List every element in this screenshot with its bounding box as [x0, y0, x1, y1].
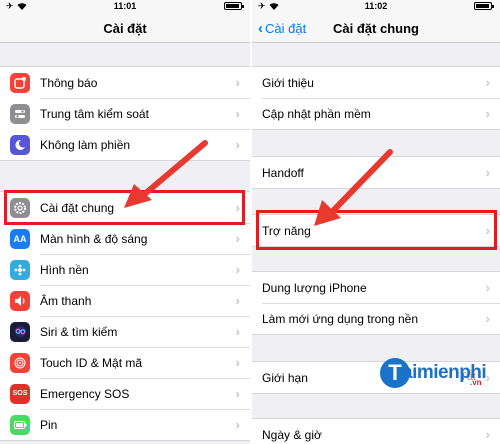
settings-item-label: Touch ID & Mật mã — [40, 355, 143, 370]
settings-item-control-center[interactable]: Trung tâm kiểm soát › — [0, 98, 250, 129]
chevron-right-icon: › — [235, 417, 240, 432]
status-time: 11:02 — [364, 1, 388, 11]
settings-item-siri-search[interactable]: Siri & tìm kiếm › — [0, 316, 250, 347]
settings-item-emergency-sos[interactable]: SOS Emergency SOS › — [0, 378, 250, 409]
settings-item-battery[interactable]: Pin › — [0, 409, 250, 440]
page-title: Cài đặt chung — [333, 21, 419, 36]
general-item-label: Handoff — [262, 165, 304, 180]
general-group-storage: Dung lượng iPhone › Làm mới ứng dụng tro… — [252, 271, 500, 335]
settings-screen: ✈ 11:01 Cài đặt Thông báo › Trung tâm ki… — [0, 0, 250, 444]
general-item-label: Cập nhật phần mềm — [262, 106, 371, 121]
general-item-label: Dung lượng iPhone — [262, 280, 367, 295]
general-item-label: Ngày & giờ — [262, 427, 322, 442]
general-item-iphone-storage[interactable]: Dung lượng iPhone › — [252, 272, 500, 303]
settings-item-display-brightness[interactable]: AA Màn hình & độ sáng › — [0, 223, 250, 254]
settings-item-wallpaper[interactable]: Hình nền › — [0, 254, 250, 285]
control-center-icon — [10, 103, 30, 124]
battery-icon — [10, 414, 30, 435]
do-not-disturb-icon — [10, 134, 30, 155]
chevron-right-icon: › — [485, 311, 490, 326]
touch-id-icon — [10, 352, 30, 373]
settings-item-sounds[interactable]: Âm thanh › — [0, 285, 250, 316]
settings-item-label: Không làm phiền — [40, 137, 131, 152]
settings-item-touch-id[interactable]: Touch ID & Mật mã › — [0, 347, 250, 378]
chevron-right-icon: › — [485, 165, 490, 180]
navigation-bar: ‹ Cài đặt Cài đặt chung — [252, 13, 500, 43]
general-item-label: Giới thiệu — [262, 75, 314, 90]
settings-item-label: Siri & tìm kiếm — [40, 324, 118, 339]
general-item-background-app-refresh[interactable]: Làm mới ứng dụng trong nền › — [252, 303, 500, 334]
general-item-date-time[interactable]: Ngày & giờ › — [252, 419, 500, 444]
chevron-right-icon: › — [235, 106, 240, 121]
general-item-label: Giới hạn — [262, 370, 308, 385]
chevron-right-icon: › — [235, 75, 240, 90]
pointer-arrow-icon — [314, 149, 393, 226]
status-bar: ✈ 11:01 — [0, 0, 250, 13]
page-title: Cài đặt — [103, 21, 147, 36]
watermark-logo: T aimienphi .vn — [380, 358, 494, 394]
settings-item-label: Pin — [40, 417, 58, 432]
wallpaper-icon — [10, 259, 30, 280]
general-item-software-update[interactable]: Cập nhật phần mềm › — [252, 98, 500, 129]
notifications-icon — [10, 72, 30, 93]
display-brightness-icon: AA — [10, 228, 30, 249]
chevron-right-icon: › — [235, 386, 240, 401]
settings-item-notifications[interactable]: Thông báo › — [0, 67, 250, 98]
settings-item-label: Thông báo — [40, 75, 98, 90]
chevron-right-icon: › — [235, 262, 240, 277]
general-group-about: Giới thiệu › Cập nhật phần mềm › — [252, 66, 500, 130]
status-time: 11:01 — [113, 1, 137, 11]
chevron-right-icon: › — [485, 280, 490, 295]
settings-item-label: Âm thanh — [40, 293, 92, 308]
status-bar: ✈ 11:02 — [252, 0, 500, 13]
watermark-logo-suffix: .vn — [470, 378, 482, 387]
chevron-right-icon: › — [485, 427, 490, 442]
settings-item-label: Hình nền — [40, 262, 89, 277]
siri-icon — [10, 321, 30, 342]
settings-item-label: Màn hình & độ sáng — [40, 231, 148, 246]
navigation-bar: Cài đặt — [0, 13, 250, 43]
general-item-about[interactable]: Giới thiệu › — [252, 67, 500, 98]
settings-group-2: Cài đặt chung › AA Màn hình & độ sáng › … — [0, 191, 250, 441]
chevron-right-icon: › — [485, 106, 490, 121]
pointer-arrow-icon — [124, 140, 208, 208]
settings-item-label: Trung tâm kiểm soát — [40, 106, 149, 121]
sos-icon: SOS — [10, 383, 30, 404]
general-item-label: Làm mới ứng dụng trong nền — [262, 311, 418, 326]
chevron-right-icon: › — [235, 355, 240, 370]
chevron-right-icon: › — [235, 293, 240, 308]
general-group-date-time: Ngày & giờ › — [252, 418, 500, 444]
settings-item-label: Emergency SOS — [40, 386, 130, 401]
battery-indicator-icon — [224, 2, 244, 10]
battery-indicator-icon — [474, 2, 494, 10]
chevron-right-icon: › — [235, 324, 240, 339]
chevron-right-icon: › — [485, 75, 490, 90]
chevron-right-icon: › — [235, 231, 240, 246]
chevron-right-icon: › — [235, 137, 240, 152]
sounds-icon — [10, 290, 30, 311]
